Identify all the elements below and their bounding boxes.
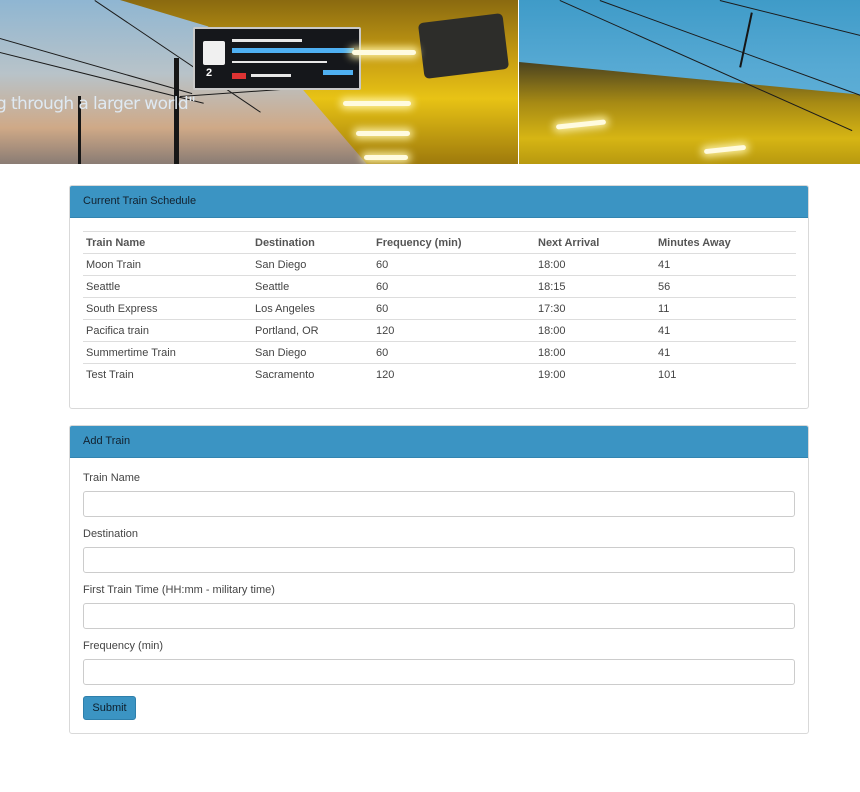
table-row: South Express Los Angeles 60 17:30 11 <box>83 297 796 320</box>
schedule-panel: Current Train Schedule Train Name Destin… <box>69 185 809 409</box>
cell-next-arrival: 18:00 <box>535 319 655 342</box>
frequency-label: Frequency (min) <box>83 640 164 652</box>
cell-destination: San Diego <box>252 341 373 364</box>
hero-banner: 2 g through a larger world" <box>0 0 860 164</box>
column-header-frequency: Frequency (min) <box>373 231 535 254</box>
column-header-train-name: Train Name <box>83 231 252 254</box>
schedule-table: Train Name Destination Frequency (min) N… <box>83 231 796 386</box>
hero-caption: g through a larger world" <box>0 94 196 114</box>
table-row: Pacifica train Portland, OR 120 18:00 41 <box>83 319 796 342</box>
table-row: Seattle Seattle 60 18:15 56 <box>83 275 796 298</box>
cell-minutes-away: 41 <box>655 341 796 364</box>
platform-lamp <box>364 155 408 160</box>
platform-lamp <box>356 131 410 136</box>
cell-minutes-away: 11 <box>655 297 796 320</box>
add-train-panel-title: Add Train <box>70 426 808 458</box>
table-row: Summertime Train San Diego 60 18:00 41 <box>83 341 796 364</box>
cell-frequency: 120 <box>373 319 535 342</box>
frequency-input[interactable] <box>83 659 795 685</box>
departure-board-photo: 2 <box>193 27 361 90</box>
column-header-destination: Destination <box>252 231 373 254</box>
column-header-minutes-away: Minutes Away <box>655 231 796 254</box>
first-train-time-label: First Train Time (HH:mm - military time) <box>83 584 275 596</box>
cell-frequency: 60 <box>373 275 535 298</box>
cell-train-name: Summertime Train <box>83 341 252 364</box>
submit-button[interactable]: Submit <box>83 696 136 720</box>
cell-frequency: 120 <box>373 363 535 386</box>
train-name-label: Train Name <box>83 472 141 484</box>
cell-destination: Sacramento <box>252 363 373 386</box>
form-group-first-train-time: First Train Time (HH:mm - military time) <box>83 583 796 629</box>
form-group-frequency: Frequency (min) <box>83 639 796 685</box>
destination-input[interactable] <box>83 547 795 573</box>
cell-next-arrival: 17:30 <box>535 297 655 320</box>
cell-minutes-away: 41 <box>655 319 796 342</box>
cell-train-name: Seattle <box>83 275 252 298</box>
cell-train-name: Pacifica train <box>83 319 252 342</box>
platform-lamp <box>352 50 416 55</box>
table-row: Moon Train San Diego 60 18:00 41 <box>83 253 796 276</box>
form-group-destination: Destination <box>83 527 796 573</box>
cell-next-arrival: 18:00 <box>535 341 655 364</box>
add-train-form: Train Name Destination First Train Time … <box>83 471 796 720</box>
platform-speaker-photo <box>417 13 510 79</box>
cell-destination: Los Angeles <box>252 297 373 320</box>
cell-minutes-away: 41 <box>655 253 796 276</box>
cell-frequency: 60 <box>373 341 535 364</box>
cell-frequency: 60 <box>373 253 535 276</box>
platform-lamp <box>343 101 411 106</box>
first-train-time-input[interactable] <box>83 603 795 629</box>
cell-train-name: Test Train <box>83 363 252 386</box>
cell-next-arrival: 19:00 <box>535 363 655 386</box>
cell-minutes-away: 56 <box>655 275 796 298</box>
schedule-panel-title: Current Train Schedule <box>70 186 808 218</box>
cell-minutes-away: 101 <box>655 363 796 386</box>
cell-destination: San Diego <box>252 253 373 276</box>
table-row: Test Train Sacramento 120 19:00 101 <box>83 363 796 386</box>
cell-next-arrival: 18:00 <box>535 253 655 276</box>
cell-train-name: South Express <box>83 297 252 320</box>
form-group-train-name: Train Name <box>83 471 796 517</box>
destination-label: Destination <box>83 528 139 540</box>
cell-train-name: Moon Train <box>83 253 252 276</box>
column-header-next-arrival: Next Arrival <box>535 231 655 254</box>
cell-destination: Seattle <box>252 275 373 298</box>
cell-destination: Portland, OR <box>252 319 373 342</box>
add-train-panel: Add Train Train Name Destination First T… <box>69 425 809 734</box>
train-name-input[interactable] <box>83 491 795 517</box>
cell-next-arrival: 18:15 <box>535 275 655 298</box>
cell-frequency: 60 <box>373 297 535 320</box>
table-header-row: Train Name Destination Frequency (min) N… <box>83 231 796 254</box>
